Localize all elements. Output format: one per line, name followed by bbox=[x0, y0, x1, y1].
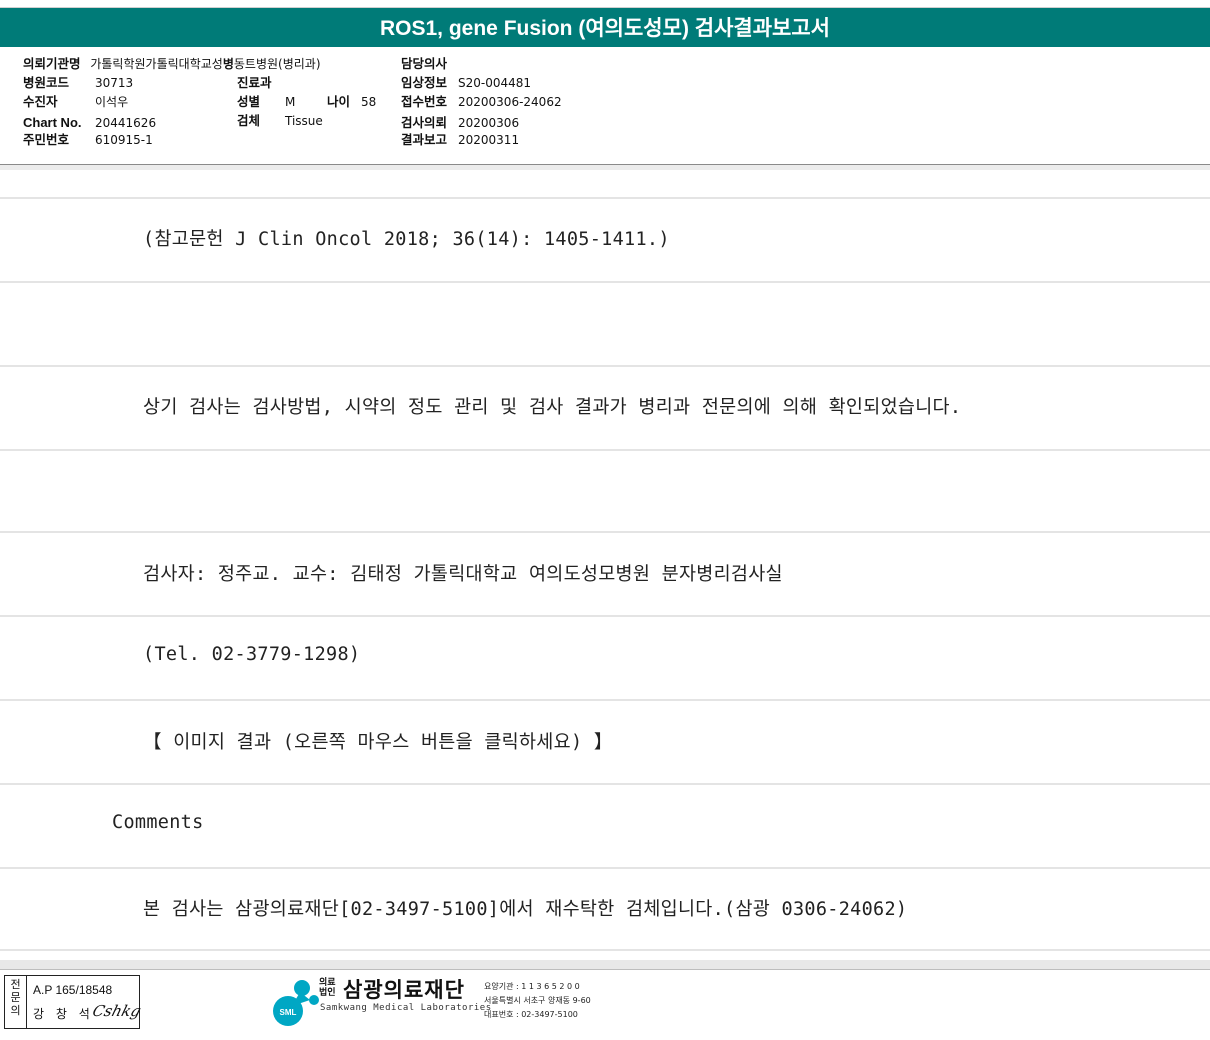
footer-band bbox=[0, 960, 1210, 970]
hospital-code-row: 병원코드 bbox=[23, 75, 69, 91]
doctor-label: 담당의사 bbox=[401, 56, 448, 71]
receipt-value: 20200306-24062 bbox=[458, 95, 562, 109]
request-value: 20200306 bbox=[458, 116, 520, 130]
specialist-stamp: 전문의 A.P 165/18548 강 창 석 Cshkg bbox=[4, 975, 143, 1029]
header-shade bbox=[0, 165, 1210, 170]
logo-info-code: 요양기관 : 1 1 3 6 5 2 0 0 bbox=[484, 982, 580, 991]
stamp-side-text: 전문의 bbox=[10, 978, 21, 1017]
sex-value: M bbox=[285, 95, 296, 109]
examinee-label: 수진자 bbox=[23, 94, 58, 109]
logo-small-2: 법인 bbox=[319, 988, 336, 998]
row-divider bbox=[0, 365, 1210, 367]
dept-label: 진료과 bbox=[237, 75, 272, 90]
examiners-text: 검사자: 정주교. 교수: 김태정 가톨릭대학교 여의도성모병원 분자병리검사실 bbox=[143, 564, 783, 585]
specimen-label: 검체 bbox=[237, 113, 261, 128]
row-divider bbox=[0, 281, 1210, 283]
doctor-row: 담당의사 bbox=[401, 56, 447, 72]
row-divider bbox=[0, 783, 1210, 785]
logo-name: 삼광의료재단 bbox=[343, 978, 465, 1002]
logo-small-1: 의료 bbox=[319, 978, 336, 988]
request-row: 검사의뢰 bbox=[401, 115, 447, 131]
clinical-value: S20-004481 bbox=[458, 76, 532, 90]
specimen-row: 검체 bbox=[237, 113, 260, 129]
examinee-value: 이석우 bbox=[95, 95, 129, 109]
resident-row: 주민번호 bbox=[23, 132, 69, 148]
row-divider bbox=[0, 867, 1210, 869]
sex-label: 성별 bbox=[237, 94, 261, 109]
result-value: 20200311 bbox=[458, 133, 520, 147]
top-border bbox=[0, 0, 1210, 8]
logo-badge-text: SML bbox=[280, 1008, 297, 1017]
signature: Cshkg bbox=[90, 1002, 143, 1020]
resident-label: 주민번호 bbox=[23, 132, 70, 147]
comment-text: 본 검사는 삼광의료재단[02-3497-5100]에서 재수탁한 검체입니다.… bbox=[143, 899, 908, 920]
specimen-value: Tissue bbox=[285, 114, 323, 128]
stamp-side-label: 전문의 bbox=[5, 976, 27, 1028]
image-result-text[interactable]: 【 이미지 결과 (오른쪽 마우스 버튼을 클릭하세요) 】 bbox=[143, 728, 613, 754]
age-label: 나이 bbox=[327, 94, 351, 109]
clinical-label: 임상정보 bbox=[401, 75, 448, 90]
stamp-ap-number: A.P 165/18548 bbox=[33, 983, 113, 997]
receipt-row: 접수번호 bbox=[401, 94, 447, 110]
row-divider bbox=[0, 197, 1210, 199]
logo-info-address: 서울특별시 서초구 양재동 9-60 bbox=[484, 996, 591, 1005]
sex-row: 성별 bbox=[237, 94, 260, 110]
age-value: 58 bbox=[361, 95, 377, 109]
examinee-row: 수진자 bbox=[23, 94, 58, 110]
institution-value-b: 병 bbox=[222, 57, 234, 71]
hospital-code-label: 병원코드 bbox=[23, 75, 70, 90]
row-divider bbox=[0, 615, 1210, 617]
row-divider bbox=[0, 949, 1210, 951]
result-row: 결과보고 bbox=[401, 132, 447, 148]
comments-heading: Comments bbox=[112, 812, 204, 833]
tel-text: (Tel. 02-3779-1298) bbox=[143, 644, 361, 665]
chart-label: Chart No. bbox=[23, 115, 82, 130]
institution-row: 의뢰기관명 가톨릭학원가톨릭대학교성병동트병원(병리과) bbox=[23, 56, 321, 72]
reference-text: (참고문헌 J Clin Oncol 2018; 36(14): 1405-14… bbox=[143, 229, 670, 250]
institution-value-c: 동트병원(병리과) bbox=[233, 57, 321, 71]
logo-info-phone: 대표번호 : 02-3497-5100 bbox=[484, 1010, 578, 1019]
hospital-code-value: 30713 bbox=[95, 76, 134, 90]
logo-legal-label: 의료 법인 bbox=[319, 978, 336, 998]
resident-value: 610915-1 bbox=[95, 133, 153, 147]
result-label: 결과보고 bbox=[401, 132, 448, 147]
statement-text: 상기 검사는 검사방법, 시약의 정도 관리 및 검사 결과가 병리과 전문의에… bbox=[143, 397, 962, 418]
age-row: 나이 bbox=[327, 94, 350, 110]
receipt-label: 접수번호 bbox=[401, 94, 448, 109]
row-divider bbox=[0, 531, 1210, 533]
row-divider bbox=[0, 699, 1210, 701]
report-title: ROS1, gene Fusion (여의도성모) 검사결과보고서 bbox=[0, 8, 1210, 47]
row-divider bbox=[0, 449, 1210, 451]
logo-english-name: Samkwang Medical Laboratories bbox=[320, 1003, 492, 1013]
institution-value-a: 가톨릭학원가톨릭대학교성 bbox=[90, 57, 223, 71]
institution-label: 의뢰기관명 bbox=[23, 56, 81, 71]
dept-row: 진료과 bbox=[237, 75, 272, 91]
chart-value: 20441626 bbox=[95, 116, 157, 130]
request-label: 검사의뢰 bbox=[401, 115, 448, 130]
stamp-name: 강 창 석 bbox=[33, 1007, 94, 1021]
clinical-row: 임상정보 bbox=[401, 75, 447, 91]
chart-row: Chart No. bbox=[23, 115, 82, 131]
